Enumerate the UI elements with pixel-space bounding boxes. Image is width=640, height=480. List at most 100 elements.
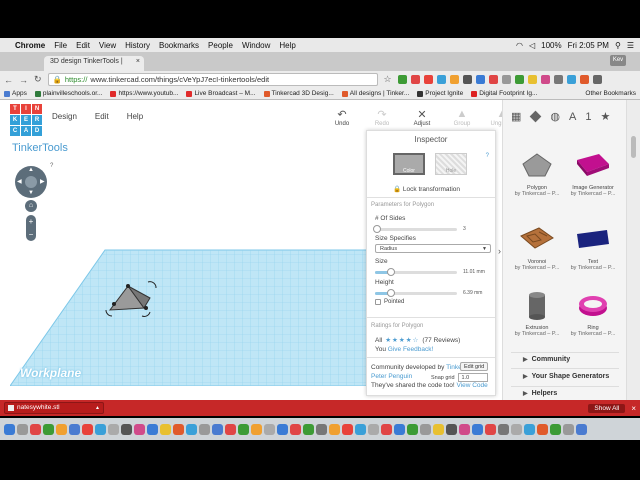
orbit-up-icon[interactable]: ▲ — [28, 167, 34, 173]
notification-icon[interactable]: ☰ — [627, 41, 634, 50]
dock-app-icon[interactable] — [225, 423, 236, 435]
chrome-menu-icon[interactable] — [592, 75, 602, 84]
section-community[interactable]: ▶ Community — [523, 356, 570, 363]
extension-icon[interactable] — [540, 75, 550, 84]
grid-icon[interactable]: ▦ — [511, 110, 521, 123]
menu-people[interactable]: People — [208, 41, 233, 50]
give-feedback-link[interactable]: Give Feedback! — [388, 346, 434, 353]
size-slider[interactable] — [375, 268, 457, 276]
dock-app-icon[interactable] — [17, 423, 28, 435]
dock-app-icon[interactable] — [472, 423, 483, 435]
shape-polygon[interactable]: Polygon by Tinkercad – P... — [509, 150, 565, 197]
show-all-downloads-button[interactable]: Show All — [588, 403, 626, 413]
inspector-help-icon[interactable]: ? — [486, 153, 489, 159]
shape-ring[interactable]: Ring by Tinkercad – P... — [565, 290, 621, 337]
dock-app-icon[interactable] — [199, 423, 210, 435]
dock-app-icon[interactable] — [433, 423, 444, 435]
profile-button[interactable]: Kev — [610, 55, 626, 66]
edit-grid-button[interactable]: Edit grid — [460, 362, 489, 371]
dock-app-icon[interactable] — [446, 423, 457, 435]
menu-window[interactable]: Window — [242, 41, 270, 50]
cube-icon[interactable] — [530, 110, 542, 123]
snap-grid-select[interactable]: 1.0 — [457, 373, 488, 382]
dock-app-icon[interactable] — [212, 423, 223, 435]
extension-icon[interactable] — [397, 75, 407, 84]
letter-a-icon[interactable]: A — [569, 111, 576, 123]
dock-app-icon[interactable] — [134, 423, 145, 435]
dock-app-icon[interactable] — [160, 423, 171, 435]
menu-bookmarks[interactable]: Bookmarks — [159, 41, 199, 50]
dock-app-icon[interactable] — [537, 423, 548, 435]
bookmark-item[interactable]: https://www.youtub... — [110, 90, 178, 97]
shape-extrusion[interactable]: Extrusion by Tinkercad – P... — [509, 290, 565, 337]
bookmark-star-icon[interactable]: ☆ — [384, 74, 392, 85]
bookmark-item[interactable]: Digital Footprint Ig... — [471, 90, 537, 97]
section-helpers[interactable]: ▶ Helpers — [523, 390, 557, 397]
bookmark-apps[interactable]: Apps — [4, 90, 27, 97]
dock-app-icon[interactable] — [329, 423, 340, 435]
extension-icon[interactable] — [423, 75, 433, 84]
extension-icon[interactable] — [514, 75, 524, 84]
dock-app-icon[interactable] — [173, 423, 184, 435]
dock-app-icon[interactable] — [576, 423, 587, 435]
extension-icon[interactable] — [449, 75, 459, 84]
height-handle[interactable] — [126, 284, 130, 288]
slider-knob[interactable] — [373, 225, 381, 233]
orbit-left-icon[interactable]: ◀ — [17, 178, 22, 185]
close-tab-icon[interactable]: × — [136, 58, 140, 65]
back-icon[interactable]: ← — [4, 75, 13, 85]
extension-icon[interactable] — [566, 75, 576, 84]
extension-icon[interactable] — [462, 75, 472, 84]
dock-app-icon[interactable] — [238, 423, 249, 435]
menu-app-help[interactable]: Help — [127, 112, 143, 121]
dock-app-icon[interactable] — [368, 423, 379, 435]
dock-app-icon[interactable] — [277, 423, 288, 435]
orbit-right-icon[interactable]: ▶ — [40, 178, 45, 185]
bookmark-item[interactable]: All designs | Tinker... — [341, 90, 409, 97]
collapse-panel-icon[interactable]: › — [498, 246, 501, 256]
dock-app-icon[interactable] — [381, 423, 392, 435]
tab-tinkercad[interactable]: 3D design TinkerTools | × — [44, 56, 144, 71]
panel-scrollbar[interactable] — [626, 100, 640, 400]
dock-app-icon[interactable] — [407, 423, 418, 435]
extension-icon[interactable] — [501, 75, 511, 84]
dock-app-icon[interactable] — [43, 423, 54, 435]
slider-knob[interactable] — [387, 268, 395, 276]
extension-icon[interactable] — [475, 75, 485, 84]
section-your-shape-generators[interactable]: ▶ Your Shape Generators — [523, 373, 609, 380]
redo-button[interactable]: ↷ Redo — [370, 108, 394, 127]
chevron-down-icon[interactable]: ▲ — [95, 403, 100, 413]
bookmark-item[interactable]: plainvilleschools.or... — [34, 90, 102, 97]
dock-app-icon[interactable] — [316, 423, 327, 435]
dock-app-icon[interactable] — [290, 423, 301, 435]
close-download-bar-icon[interactable]: × — [631, 404, 636, 413]
home-view-button[interactable]: ⌂ — [25, 200, 37, 212]
clock[interactable]: Fri 2:05 PM — [568, 41, 609, 50]
menu-app-edit[interactable]: Edit — [95, 112, 109, 121]
extension-icon[interactable] — [553, 75, 563, 84]
dock-app-icon[interactable] — [69, 423, 80, 435]
address-bar[interactable]: 🔒 https:// www.tinkercad.com/things/cVeY… — [47, 73, 378, 86]
view-code-link[interactable]: View Code — [456, 382, 487, 389]
undo-button[interactable]: ↶ Undo — [330, 108, 354, 127]
dock-app-icon[interactable] — [511, 423, 522, 435]
dock-app-icon[interactable] — [264, 423, 275, 435]
extension-icon[interactable] — [410, 75, 420, 84]
menu-file[interactable]: File — [54, 41, 67, 50]
volume-icon[interactable]: ◁ — [529, 41, 535, 50]
menu-history[interactable]: History — [125, 41, 150, 50]
dock-app-icon[interactable] — [108, 423, 119, 435]
dock-app-icon[interactable] — [147, 423, 158, 435]
sides-slider[interactable] — [373, 225, 457, 233]
resize-handle[interactable] — [112, 302, 116, 306]
menu-help[interactable]: Help — [279, 41, 295, 50]
dock-app-icon[interactable] — [30, 423, 41, 435]
dock-app-icon[interactable] — [498, 423, 509, 435]
reviews-count[interactable]: (77 Reviews) — [422, 337, 460, 344]
dock-app-icon[interactable] — [550, 423, 561, 435]
shape-text[interactable]: Text by Tinkercad – P... — [565, 224, 621, 271]
zoom-in-icon[interactable]: + — [26, 215, 36, 228]
adjust-button[interactable]: ✕ Adjust — [410, 108, 434, 127]
extension-icon[interactable] — [527, 75, 537, 84]
view-help-icon[interactable]: ? — [50, 163, 53, 169]
